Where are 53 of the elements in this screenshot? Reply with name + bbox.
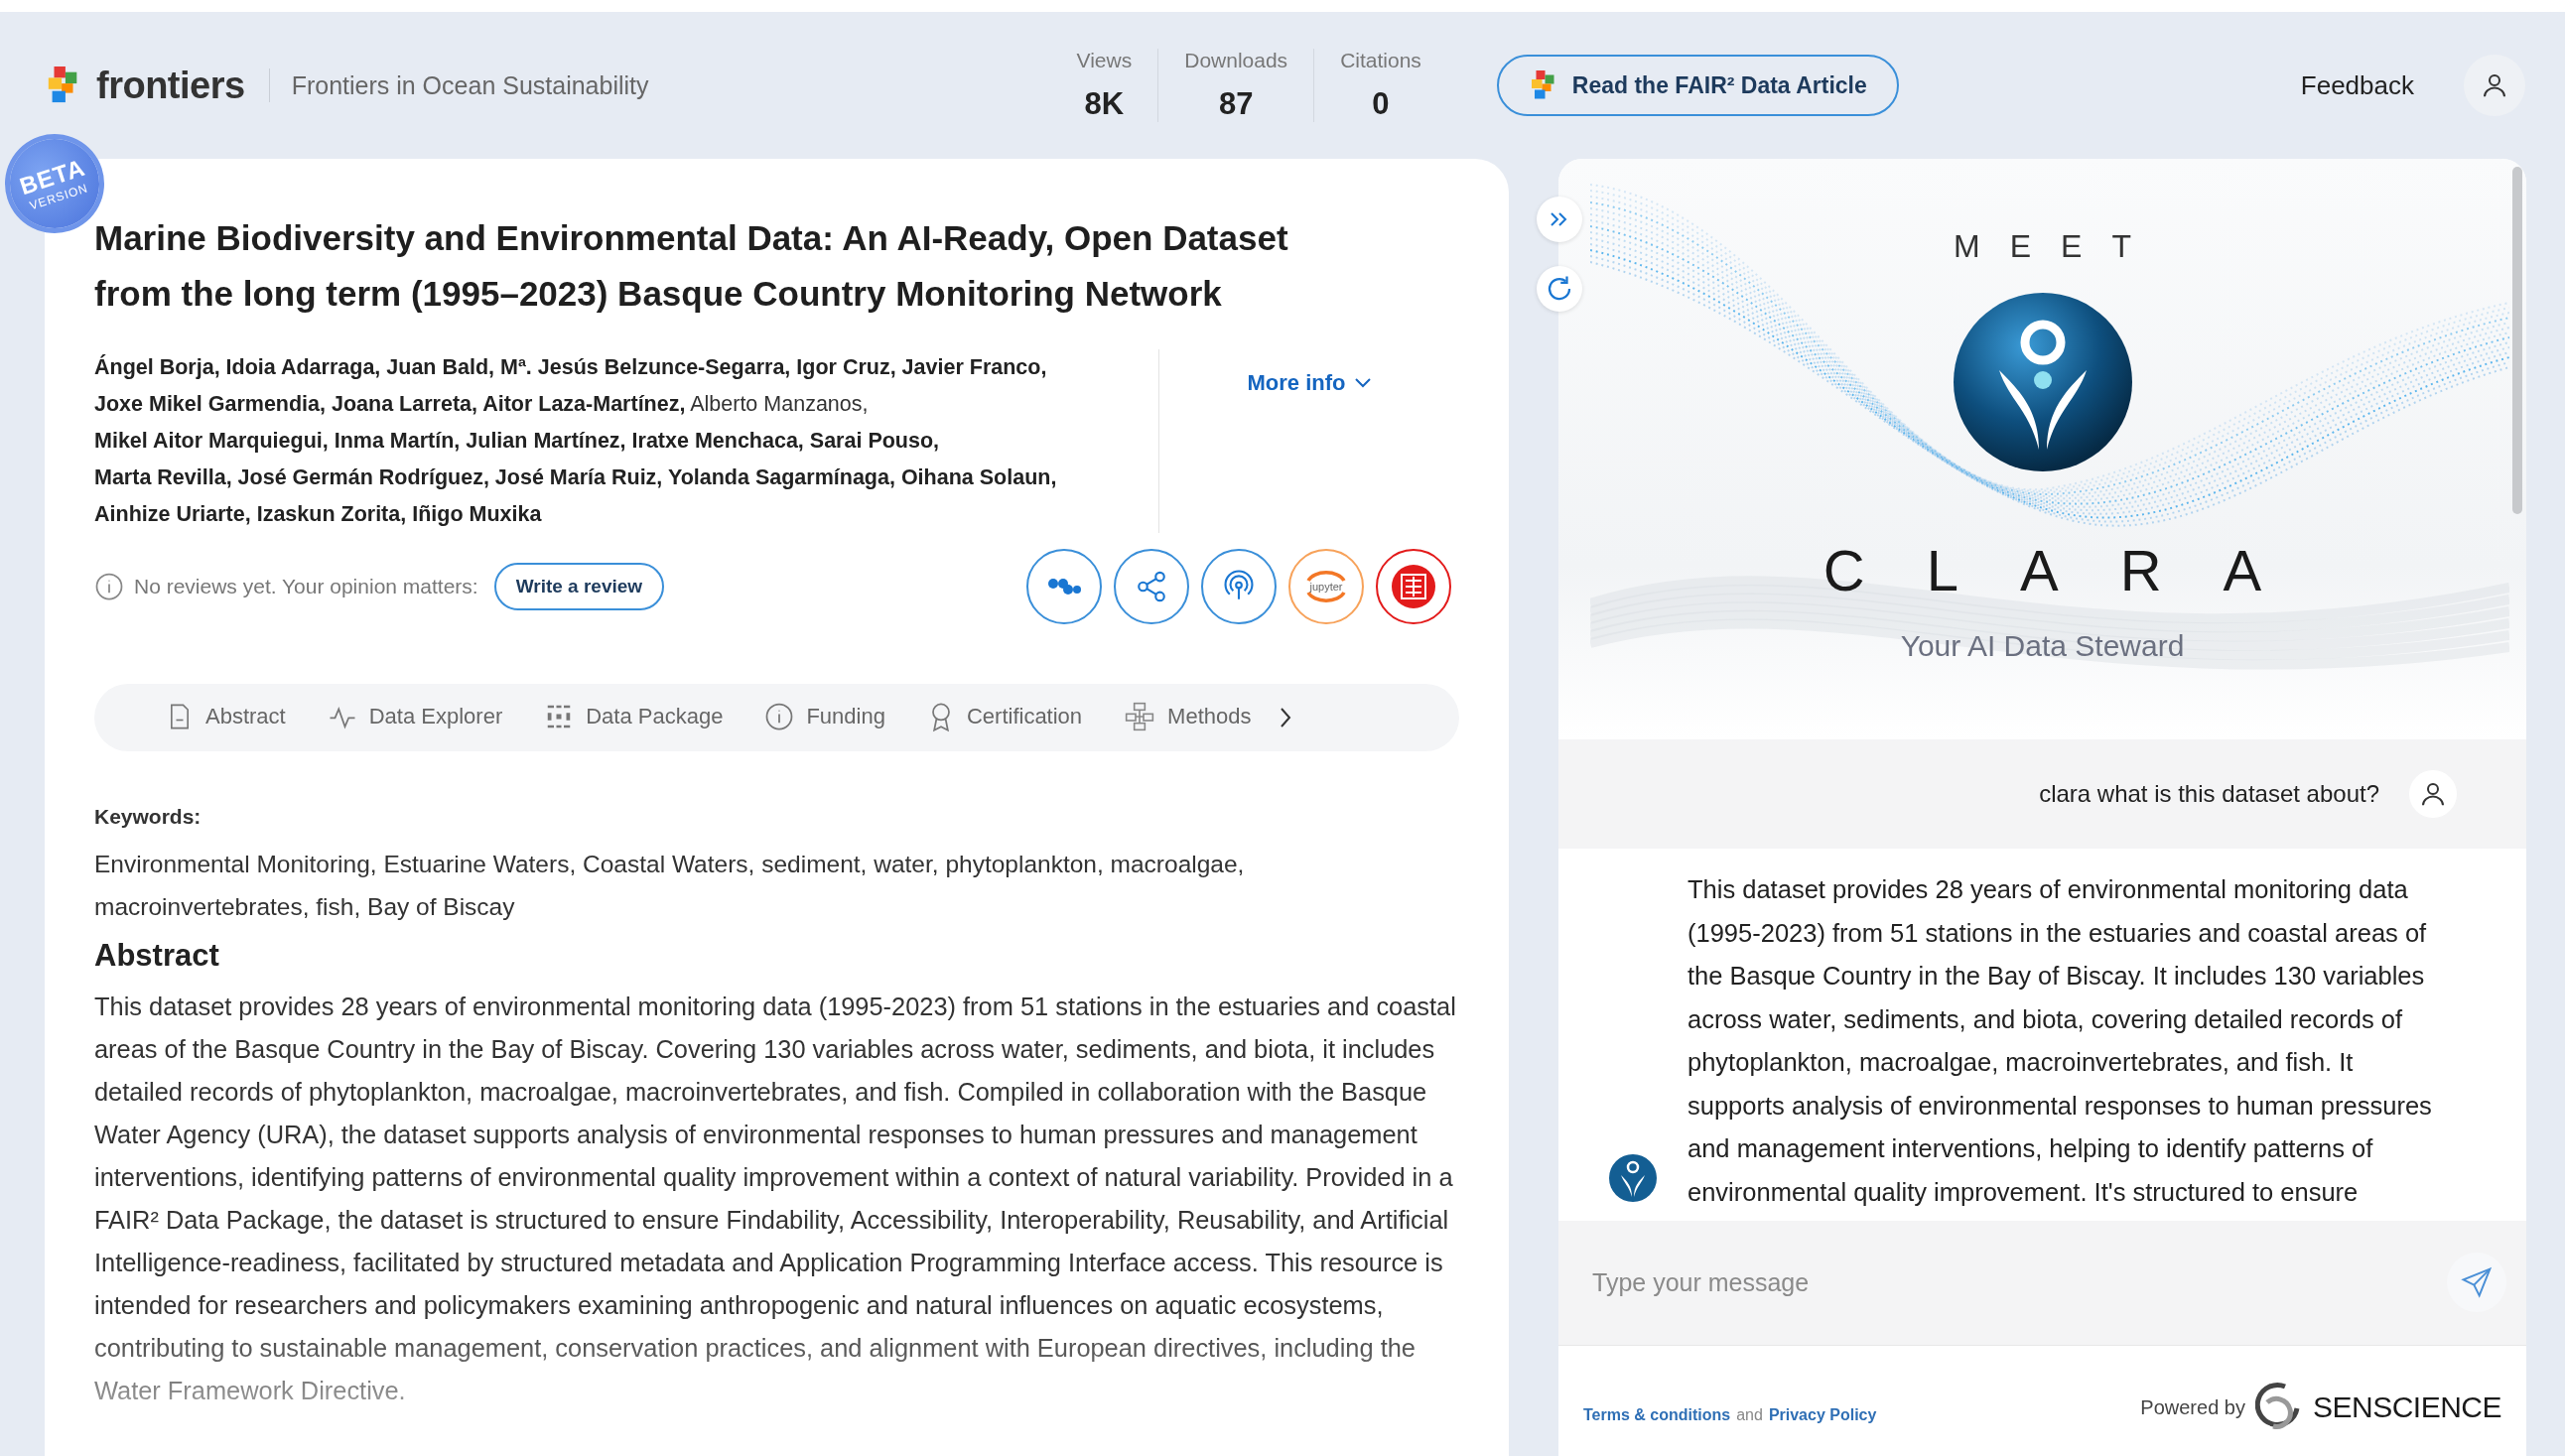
assistant-message: This dataset provides 28 years of environmental monitoring data (1995-2023) from 51 stations in the estuaries and coastal areas of the Basque Country in the Bay of Biscay. It includes 130 variables across water, sediments, and biota, covering detailed records of phytoplankton, macroalgae, macroinvertebrates, and fish. It supports analysis of environmental responses to human pressures and management interventions, helping to identify patterns of environmental quality improvement. It's structured to ensure — [1688, 874, 2433, 1208]
fair-seal-icon — [1390, 563, 1437, 610]
feedback-link[interactable]: Feedback — [2300, 69, 2414, 101]
journal-name[interactable]: Frontiers in Ocean Sustainability — [291, 70, 649, 100]
section-tab[interactable]: Abstract — [158, 695, 294, 740]
person-orb-logo-icon — [1951, 291, 2134, 473]
stat-label: Views — [1076, 49, 1133, 72]
stat-label: Downloads — [1184, 49, 1288, 72]
section-tab[interactable]: Certification — [918, 694, 1091, 741]
abstract-text: This dataset provides 28 years of environmental monitoring data (1995-2023) from 51 stations in the estuaries and coastal areas of the Basque Country in the Bay of Biscay. Covering 130 variables across water, sediments, and biota, it includes detailed records of phytoplankton, macroalgae, macroinvertebrates, and fish. Compiled in collaboration with the Basque Water Agency (URA), the dataset supports analysis of environmental responses to human pressures and management interventions, identifying patterns of environmental quality improvement within a context of natural variability. Provided in a FAIR² Data Package, the dataset is structured to ensure Findability, Accessibility, Interoperability, Reusability, and Artificial Intelligence-readiness, facilitated by structured metadata and Application Programming Interface access. This resource is intended for researchers and policymakers examining anthropogenic and natural influences on aquatic ecosystems, contributing to sustainable management, conservation practices, and alignment with European directives, including the Water Framework Directive. — [94, 992, 1457, 1406]
stat-value: 8K — [1084, 86, 1125, 122]
abstract-heading: Abstract — [94, 938, 220, 974]
chevron-right-icon[interactable] — [1279, 706, 1293, 729]
stat-value: 0 — [1372, 86, 1390, 122]
section-tab[interactable]: Data Package — [536, 695, 732, 740]
privacy-link[interactable]: Privacy Policy — [1768, 1406, 1877, 1424]
more-info-button[interactable]: More info — [1241, 369, 1378, 397]
read-article-button[interactable]: Read the FAIR² Data Article — [1496, 55, 1899, 116]
info-icon — [764, 701, 795, 731]
section-tab[interactable]: Funding — [756, 695, 893, 740]
user-message: clara what is this dataset about? — [2039, 780, 2379, 808]
section-tab[interactable]: Data Explorer — [319, 695, 511, 740]
share-icon — [1135, 570, 1168, 603]
stat-label: Citations — [1340, 49, 1421, 72]
author-list-line: Mikel Aitor Marquiegui, Inma Martín, Julian Martínez, Iratxe Menchaca, Sarai Pouso, — [94, 428, 941, 455]
author-list-line: Ainhize Uriarte, Izaskun Zorita, Iñigo Muxika — [94, 501, 543, 528]
collapse-panel-button[interactable] — [1537, 197, 1582, 242]
refresh-button[interactable] — [1537, 266, 1582, 312]
section-tab[interactable]: Methods — [1116, 694, 1260, 741]
company-name: SENSCIENCE — [2312, 1390, 2501, 1424]
meet-heading: MEET — [1954, 228, 2161, 265]
author-list-line: Marta Revilla, José Germán Rodríguez, José María Ruiz, Yolanda Sagarmínaga, Oihana Solaun, — [94, 464, 1058, 491]
assistant-avatar-icon — [1608, 1153, 1658, 1203]
assistant-name: CLARA — [1822, 537, 2324, 603]
keywords-text: Environmental Monitoring, Estuarine Waters, Coastal Waters, sediment, water, phytoplankton, macroalgae, macroinvertebrates, fish, Bay of Biscay — [94, 850, 1246, 922]
keywords-label: Keywords: — [94, 805, 202, 829]
powered-by-text: Powered by — [2140, 1395, 2245, 1419]
conjunction-text: and — [1736, 1406, 1763, 1424]
message-input[interactable]: Type your message — [1558, 1221, 2526, 1345]
reviews-text: No reviews yet. Your opinion matters: — [134, 575, 478, 598]
author-list-line: Ángel Borja, Idoia Adarraga, Juan Bald, Mª. Jesús Belzunce-Segarra, Igor Cruz, Javier Franco, — [94, 353, 1048, 381]
stat-value: 87 — [1218, 86, 1254, 122]
scrollbar[interactable] — [2512, 167, 2522, 514]
write-review-button[interactable]: Write a review — [493, 563, 665, 610]
send-icon — [2461, 1266, 2493, 1298]
info-icon — [94, 572, 124, 601]
assistant-tagline: Your AI Data Steward — [1900, 629, 2185, 663]
terms-link[interactable]: Terms & conditions — [1583, 1406, 1731, 1424]
author-list-line: Joxe Mikel Garmendia, Joana Larreta, Aitor Laza-Martínez, Alberto Manzanos, — [94, 391, 870, 418]
chevron-down-icon — [1353, 377, 1372, 389]
flowchart-icon — [1124, 700, 1156, 732]
jupyter-button[interactable]: jupyter — [1288, 549, 1364, 624]
brand-name[interactable]: frontiers — [96, 64, 245, 107]
